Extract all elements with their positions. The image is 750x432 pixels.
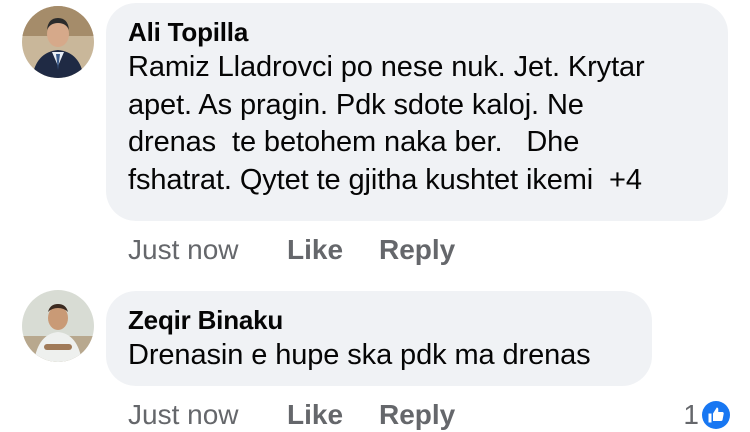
thumbs-up-icon — [702, 401, 730, 429]
comment-bubble: Zeqir Binaku Drenasin e hupe ska pdk ma … — [106, 291, 652, 386]
like-button[interactable]: Like — [287, 398, 343, 432]
comment-author[interactable]: Zeqir Binaku — [128, 303, 626, 337]
reaction-summary[interactable]: 1 — [683, 398, 730, 432]
profile-photo-icon — [22, 290, 94, 362]
avatar[interactable] — [22, 290, 94, 362]
reply-button[interactable]: Reply — [379, 398, 455, 432]
comment-text-line: Drenasin e hupe ska pdk ma drenas — [128, 339, 591, 371]
comment-timestamp[interactable]: Just now — [128, 398, 239, 432]
comment-item: Zeqir Binaku Drenasin e hupe ska pdk ma … — [0, 0, 750, 430]
comment-text: Drenasin e hupe ska pdk ma drenas — [128, 337, 626, 375]
reaction-count: 1 — [683, 399, 699, 430]
